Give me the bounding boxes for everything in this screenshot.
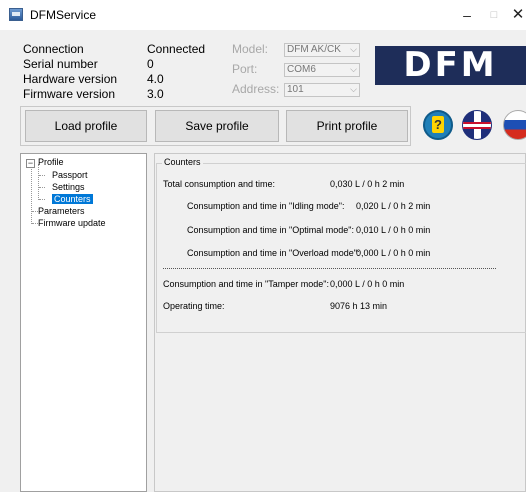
hardware-label: Hardware version — [23, 72, 118, 86]
total-label: Total consumption and time: — [163, 179, 276, 189]
tree-connector — [38, 164, 39, 200]
port-select[interactable]: COM6 ⌵ — [284, 63, 360, 77]
tree-item-profile[interactable]: Profile — [38, 157, 64, 167]
hardware-value: 4.0 — [147, 72, 164, 86]
overload-value: 0,000 L / 0 h 0 min — [356, 248, 431, 258]
serial-value: 0 — [147, 57, 154, 71]
tree-connector — [39, 199, 45, 200]
tree-connector — [39, 175, 45, 176]
tree-item-passport[interactable]: Passport — [52, 170, 88, 180]
russia-flag-icon[interactable] — [503, 110, 526, 140]
save-profile-button[interactable]: Save profile — [155, 110, 279, 142]
serial-label: Serial number — [23, 57, 98, 71]
chevron-down-icon: ⌵ — [350, 84, 357, 94]
total-value: 0,030 L / 0 h 2 min — [330, 179, 405, 189]
counters-group-title: Counters — [162, 157, 203, 167]
connection-value: Connected — [147, 42, 206, 56]
tree-item-parameters[interactable]: Parameters — [38, 206, 85, 216]
port-label: Port: — [232, 62, 258, 76]
tree-connector — [31, 166, 32, 224]
print-profile-button[interactable]: Print profile — [286, 110, 408, 142]
address-value: 101 — [287, 84, 304, 95]
operating-time-label: Operating time: — [163, 301, 225, 311]
chevron-down-icon: ⌵ — [350, 64, 357, 74]
maximize-button[interactable]: □ — [484, 5, 504, 25]
tree-item-counters[interactable]: Counters — [52, 194, 93, 204]
tree-item-settings[interactable]: Settings — [52, 182, 85, 192]
minimize-button[interactable]: – — [457, 5, 477, 25]
separator — [163, 268, 496, 269]
optimal-value: 0,010 L / 0 h 0 min — [356, 225, 431, 235]
tree-collapse-toggle[interactable]: − — [26, 159, 35, 168]
idling-label: Consumption and time in "Idling mode": — [187, 201, 345, 211]
connection-label: Connection — [23, 42, 84, 56]
model-label: Model: — [232, 42, 269, 56]
tamper-value: 0,000 L / 0 h 0 min — [330, 279, 405, 289]
tamper-label: Consumption and time in "Tamper mode": — [163, 279, 329, 289]
dfm-logo: DFM — [375, 46, 526, 85]
tree-item-firmware-update[interactable]: Firmware update — [38, 218, 106, 228]
chevron-down-icon: ⌵ — [350, 44, 357, 54]
port-value: COM6 — [287, 64, 316, 75]
uk-flag-icon[interactable] — [462, 110, 492, 140]
address-select[interactable]: 101 ⌵ — [284, 83, 360, 97]
firmware-value: 3.0 — [147, 87, 164, 101]
load-profile-button[interactable]: Load profile — [25, 110, 147, 142]
model-value: DFM AK/CK — [287, 44, 341, 55]
idling-value: 0,020 L / 0 h 2 min — [356, 201, 431, 211]
firmware-label: Firmware version — [23, 87, 116, 101]
window-title: DFMService — [30, 8, 97, 22]
optimal-label: Consumption and time in "Optimal mode": — [187, 225, 354, 235]
address-label: Address: — [232, 82, 280, 96]
app-icon — [9, 8, 23, 21]
operating-time-value: 9076 h 13 min — [330, 301, 388, 311]
overload-label: Consumption and time in "Overload mode": — [187, 248, 360, 258]
close-button[interactable]: ✕ — [508, 5, 526, 25]
tree-connector — [39, 187, 45, 188]
help-icon[interactable] — [423, 110, 453, 140]
model-select[interactable]: DFM AK/CK ⌵ — [284, 43, 360, 57]
